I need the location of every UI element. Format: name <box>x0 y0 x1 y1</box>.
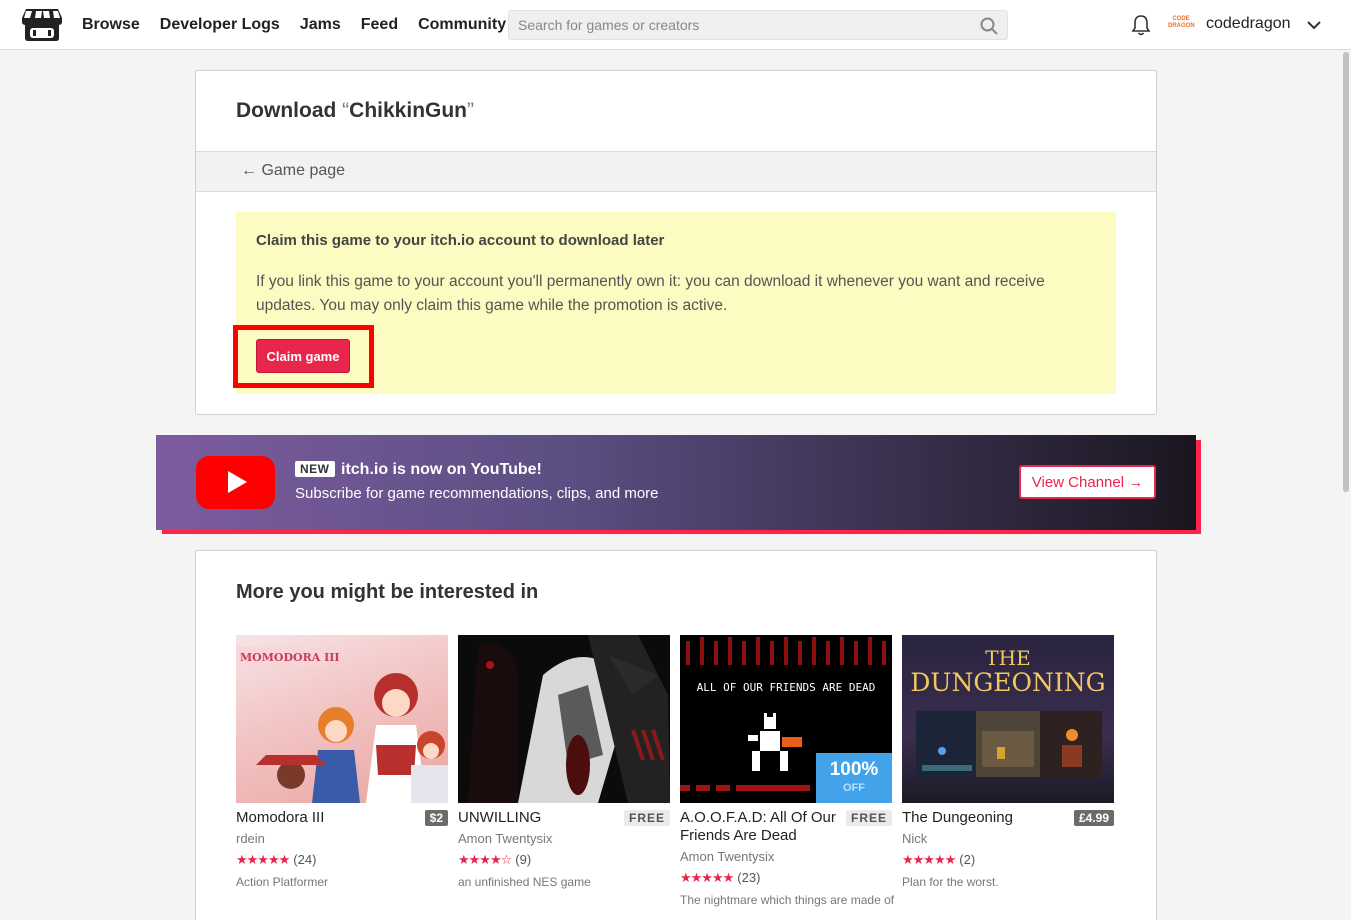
nav-developer-logs[interactable]: Developer Logs <box>160 16 280 34</box>
nav-jams[interactable]: Jams <box>300 16 341 34</box>
claim-game-button[interactable]: Claim game <box>256 339 350 373</box>
youtube-play-icon <box>196 456 275 509</box>
game-thumbnail[interactable]: THE DUNGEONING <box>902 635 1114 803</box>
rating-stars: ★★★★★ (2) <box>902 852 975 868</box>
stars: ★★★★★ <box>680 870 734 885</box>
chevron-down-icon[interactable] <box>1306 17 1322 33</box>
unwilling-art-icon <box>458 635 670 803</box>
game-cell: THE DUNGEONING The Dungeoning £4.99 Nick… <box>902 635 1114 889</box>
page-scrollbar[interactable] <box>1341 50 1351 920</box>
search-input[interactable] <box>509 11 969 39</box>
game-title[interactable]: The Dungeoning <box>902 809 1067 827</box>
game-author[interactable]: Amon Twentysix <box>458 831 552 846</box>
rating-count: (9) <box>515 852 532 867</box>
game-cell: UNWILLING FREE Amon Twentysix ★★★★☆ (9) a… <box>458 635 670 889</box>
search-icon[interactable] <box>980 17 998 35</box>
itchio-logo-icon[interactable] <box>22 7 62 43</box>
price-badge: FREE <box>845 810 892 826</box>
game-author[interactable]: rdein <box>236 831 265 846</box>
main-nav: Browse Developer Logs Jams Feed Communit… <box>82 0 526 50</box>
game-author[interactable]: Nick <box>902 831 927 846</box>
price-badge: $2 <box>424 810 448 826</box>
discount-percent: 100% <box>829 759 879 780</box>
title-prefix: Download <box>236 99 337 122</box>
claim-description: If you link this game to your account yo… <box>256 273 1045 314</box>
nav-community[interactable]: Community <box>418 16 506 34</box>
game-thumbnail[interactable]: MOMODORA III <box>236 635 448 803</box>
close-quote: ” <box>467 99 475 122</box>
game-description: Action Platformer <box>236 875 329 889</box>
discount-badge: 100% OFF <box>816 753 892 803</box>
rating-stars: ★★★★★ (24) <box>236 852 316 868</box>
stars: ★★★★★ <box>236 852 290 867</box>
rating-stars: ★★★★☆ (9) <box>458 852 531 868</box>
nav-feed[interactable]: Feed <box>361 16 398 34</box>
recommendations-title: More you might be interested in <box>236 581 539 603</box>
game-title[interactable]: UNWILLING <box>458 809 623 827</box>
game-thumbnail[interactable]: ALL OF OUR FRIENDS ARE DEAD 100% OFF <box>680 635 892 803</box>
discount-off-label: OFF <box>843 782 865 794</box>
rating-count: (23) <box>737 870 761 885</box>
notification-bell-icon[interactable] <box>1131 14 1151 36</box>
dungeoning-art-icon: THE DUNGEONING <box>910 646 1106 777</box>
game-name: ChikkinGun <box>349 99 468 122</box>
stars: ★★★★☆ <box>458 852 512 867</box>
aoofad-logo-text: ALL OF OUR FRIENDS ARE DEAD <box>697 681 876 694</box>
youtube-subtitle: Subscribe for game recommendations, clip… <box>295 485 659 502</box>
game-page-bar: ← Game page <box>196 151 1156 192</box>
rating-stars: ★★★★★ (23) <box>680 870 760 886</box>
game-description: Plan for the worst. <box>902 875 999 889</box>
game-title[interactable]: A.O.O.F.A.D: All Of Our Friends Are Dead <box>680 809 845 845</box>
nav-browse[interactable]: Browse <box>82 16 140 34</box>
momodora-art-icon: MOMODORA III <box>236 647 448 803</box>
price-badge: £4.99 <box>1073 810 1114 826</box>
view-channel-button[interactable]: View Channel → <box>1019 465 1156 499</box>
game-cell: MOMODORA III Momodora III $2 rdein ★★★★★… <box>236 635 448 889</box>
game-page-link[interactable]: ← Game page <box>241 162 345 180</box>
price-badge: FREE <box>623 810 670 826</box>
momodora-logo-text: MOMODORA III <box>240 651 340 664</box>
youtube-banner[interactable]: NEW itch.io is now on YouTube! Subscribe… <box>156 435 1196 530</box>
game-description: The nightmare which things are made of <box>680 893 895 907</box>
stars: ★★★★★ <box>902 852 956 867</box>
new-badge: NEW <box>295 461 335 477</box>
download-card: Download “ChikkinGun” ← Game page Claim … <box>195 70 1157 415</box>
scrollbar-thumb[interactable] <box>1343 52 1349 492</box>
game-cell: ALL OF OUR FRIENDS ARE DEAD 100% OFF A.O… <box>680 635 894 907</box>
rating-count: (24) <box>293 852 317 867</box>
claim-title: Claim this game to your itch.io account … <box>256 232 665 249</box>
game-description: an unfinished NES game <box>458 875 591 889</box>
game-author[interactable]: Amon Twentysix <box>680 849 774 864</box>
dungeoning-logo-the: THE <box>985 646 1030 670</box>
username[interactable]: codedragon <box>1206 15 1291 33</box>
game-title[interactable]: Momodora III <box>236 809 401 827</box>
search-bar <box>508 10 1008 40</box>
claim-box: Claim this game to your itch.io account … <box>233 212 1116 394</box>
avatar[interactable]: CODE DRAGON <box>1168 13 1195 37</box>
recommendations-card: More you might be interested in MOMODORA… <box>195 550 1157 920</box>
page-title: Download “ChikkinGun” <box>236 99 474 123</box>
rating-count: (2) <box>959 852 976 867</box>
dungeoning-logo-title: DUNGEONING <box>910 668 1105 697</box>
game-thumbnail[interactable] <box>458 635 670 803</box>
youtube-headline: itch.io is now on YouTube! <box>341 461 542 478</box>
top-header: Browse Developer Logs Jams Feed Communit… <box>0 0 1351 50</box>
